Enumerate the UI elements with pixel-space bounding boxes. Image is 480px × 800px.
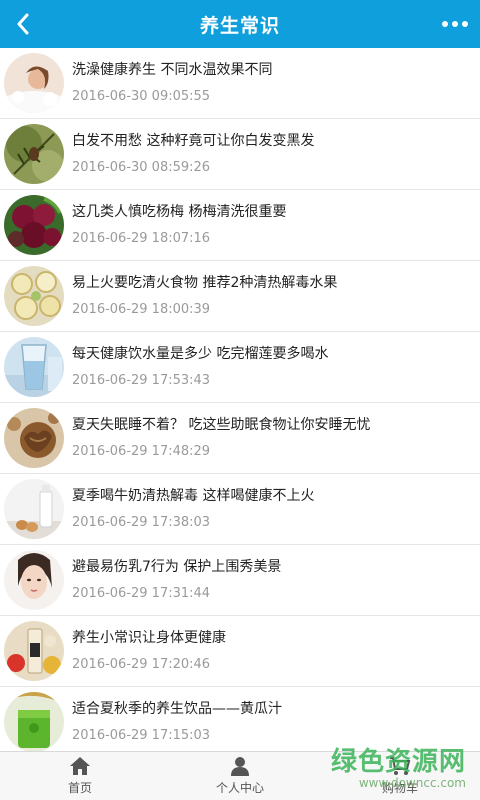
article-date: 2016-06-29 18:07:16 — [72, 231, 211, 246]
article-date: 2016-06-29 17:31:44 — [72, 586, 211, 601]
list-item[interactable]: 养生小常识让身体更健康 2016-06-29 17:20:46 — [0, 616, 480, 687]
back-button[interactable] — [8, 0, 38, 48]
article-date: 2016-06-29 17:48:29 — [72, 444, 211, 459]
thumbnail-woman-bath — [4, 53, 64, 113]
list-item[interactable]: 这几类人慎吃杨梅 杨梅清洗很重要 2016-06-29 18:07:16 — [0, 190, 480, 261]
article-title: 夏季喝牛奶清热解毒 这样喝健康不上火 — [72, 488, 315, 504]
article-title: 易上火要吃清火食物 推荐2种清热解毒水果 — [72, 275, 338, 291]
tab-home[interactable]: 首页 — [0, 752, 160, 800]
page-title: 养生常识 — [199, 14, 280, 37]
article-title: 养生小常识让身体更健康 — [72, 630, 226, 646]
article-list: 洗澡健康养生 不同水温效果不同 2016-06-30 09:05:55 白发不用… — [0, 48, 480, 758]
tab-cart-label: 购物车 — [381, 781, 418, 795]
tab-profile[interactable]: 个人中心 — [160, 752, 320, 800]
thumbnail-drinks — [4, 621, 64, 681]
cart-icon — [390, 757, 411, 775]
thumbnail-milk-eggs — [4, 479, 64, 539]
dot-icon — [452, 21, 458, 27]
thumbnail-bayberries — [4, 195, 64, 255]
article-date: 2016-06-29 17:38:03 — [72, 515, 211, 530]
chevron-left-icon — [17, 13, 29, 35]
article-title: 白发不用愁 这种籽竟可让你白发变黑发 — [72, 133, 315, 149]
dot-icon — [442, 21, 448, 27]
thumbnail-water-glass — [4, 337, 64, 397]
article-date: 2016-06-29 18:00:39 — [72, 302, 211, 317]
list-item[interactable]: 避最易伤乳7行为 保护上围秀美景 2016-06-29 17:31:44 — [0, 545, 480, 616]
thumbnail-pine-branch — [4, 124, 64, 184]
dot-icon — [462, 21, 468, 27]
thumbnail-fruit-slices — [4, 266, 64, 326]
article-date: 2016-06-29 17:15:03 — [72, 728, 211, 743]
article-date: 2016-06-29 17:20:46 — [72, 657, 211, 672]
list-item[interactable]: 适合夏秋季的养生饮品——黄瓜汁 2016-06-29 17:15:03 — [0, 687, 480, 758]
thumbnail-green-juice — [4, 692, 64, 752]
more-menu-button[interactable] — [442, 0, 468, 48]
article-date: 2016-06-30 09:05:55 — [72, 89, 211, 104]
article-title: 适合夏秋季的养生饮品——黄瓜汁 — [72, 701, 282, 717]
list-item[interactable]: 白发不用愁 这种籽竟可让你白发变黑发 2016-06-30 08:59:26 — [0, 119, 480, 190]
article-title: 避最易伤乳7行为 保护上围秀美景 — [72, 559, 282, 575]
article-title: 每天健康饮水量是多少 吃完榴莲要多喝水 — [72, 346, 329, 362]
article-title: 夏天失眠睡不着？ 吃这些助眠食物让你安睡无忧 — [72, 417, 371, 433]
list-item[interactable]: 夏季喝牛奶清热解毒 这样喝健康不上火 2016-06-29 17:38:03 — [0, 474, 480, 545]
article-title: 这几类人慎吃杨梅 杨梅清洗很重要 — [72, 204, 287, 220]
home-icon — [70, 757, 90, 775]
tab-profile-label: 个人中心 — [215, 781, 264, 795]
list-item[interactable]: 夏天失眠睡不着？ 吃这些助眠食物让你安睡无忧 2016-06-29 17:48:… — [0, 403, 480, 474]
bottom-tabbar: 首页 个人中心 购物车 — [0, 751, 480, 800]
tab-home-label: 首页 — [67, 781, 92, 795]
app-header: 养生常识 — [0, 0, 480, 48]
user-icon — [231, 757, 249, 776]
tab-cart[interactable]: 购物车 — [320, 752, 480, 800]
thumbnail-woman-face — [4, 550, 64, 610]
list-item[interactable]: 洗澡健康养生 不同水温效果不同 2016-06-30 09:05:55 — [0, 48, 480, 119]
article-title: 洗澡健康养生 不同水温效果不同 — [72, 62, 273, 78]
list-item[interactable]: 每天健康饮水量是多少 吃完榴莲要多喝水 2016-06-29 17:53:43 — [0, 332, 480, 403]
list-item[interactable]: 易上火要吃清火食物 推荐2种清热解毒水果 2016-06-29 18:00:39 — [0, 261, 480, 332]
thumbnail-walnuts — [4, 408, 64, 468]
article-date: 2016-06-30 08:59:26 — [72, 160, 211, 175]
article-date: 2016-06-29 17:53:43 — [72, 373, 211, 388]
